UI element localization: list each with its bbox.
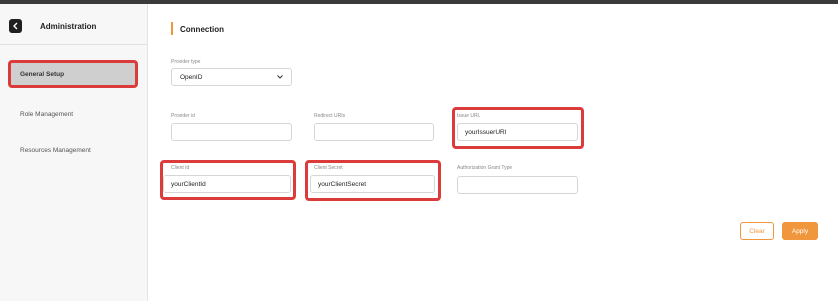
sidebar-item-label: Resources Management — [20, 146, 91, 154]
issuer-url-input[interactable] — [457, 123, 578, 141]
provider-type-select[interactable]: OpenID — [171, 68, 292, 86]
sidebar-title: Administration — [40, 22, 97, 31]
apply-button[interactable]: Apply — [782, 222, 818, 240]
provider-type-label: Provider type — [171, 59, 201, 65]
client-secret-label: Client Secret — [314, 165, 343, 171]
chevron-left-icon — [12, 17, 19, 35]
provider-type-value: OpenID — [180, 73, 203, 81]
clear-button[interactable]: Clear — [740, 222, 774, 240]
client-id-input[interactable] — [163, 175, 291, 193]
sidebar-item-general-setup[interactable]: General Setup — [8, 60, 138, 88]
issuer-url-label: Issue URL — [457, 113, 481, 119]
authorization-grant-type-label: Authorization Grant Type — [457, 165, 513, 171]
sidebar-item-label: General Setup — [20, 70, 65, 78]
sidebar: Administration General Setup Role Manage… — [0, 4, 148, 301]
section-accent-bar — [171, 22, 173, 35]
redirect-uris-label: Redirect URIs — [314, 113, 346, 119]
section-title: Connection — [180, 25, 224, 34]
chevron-down-icon — [277, 75, 283, 79]
authorization-grant-type-input[interactable] — [457, 176, 578, 194]
provider-id-input[interactable] — [171, 123, 292, 141]
sidebar-divider — [0, 44, 147, 45]
redirect-uris-input[interactable] — [314, 123, 434, 141]
sidebar-item-role-management[interactable]: Role Management — [8, 100, 138, 128]
sidebar-item-resources-management[interactable]: Resources Management — [8, 136, 138, 164]
sidebar-item-label: Role Management — [20, 110, 74, 118]
client-secret-input[interactable] — [310, 175, 435, 193]
back-button[interactable] — [9, 19, 22, 33]
provider-id-label: Provider id — [171, 113, 195, 119]
client-id-label: Client Id — [171, 165, 190, 171]
